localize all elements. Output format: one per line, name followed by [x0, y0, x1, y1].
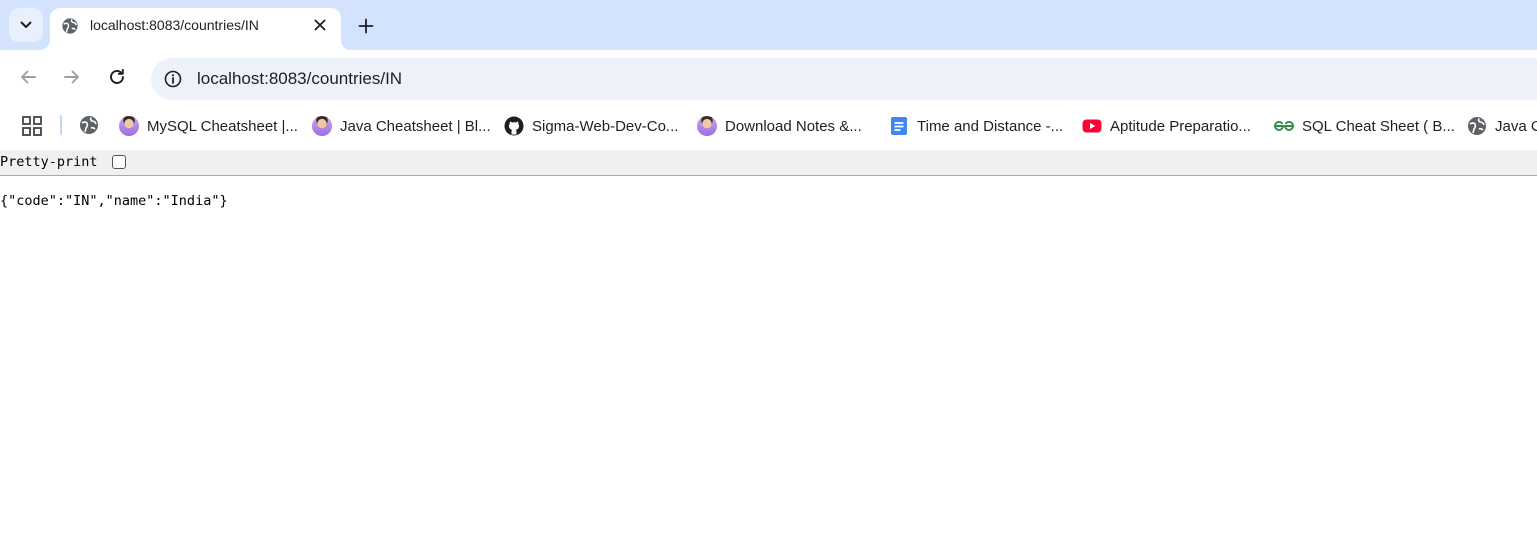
- github-icon: [504, 116, 524, 136]
- avatar-icon: [697, 116, 717, 136]
- forward-button[interactable]: [55, 60, 89, 94]
- reload-button[interactable]: [100, 60, 134, 94]
- bookmark-label: MySQL Cheatsheet |...: [147, 117, 298, 135]
- bookmarks-separator: [60, 115, 62, 135]
- bookmark-item[interactable]: Java C: [1467, 113, 1537, 139]
- toolbar: localhost:8083/countries/IN: [0, 50, 1537, 106]
- avatar-icon: [119, 116, 139, 136]
- youtube-icon: [1082, 116, 1102, 136]
- chevron-down-icon: [20, 21, 32, 28]
- arrow-left-icon: [21, 70, 36, 84]
- avatar-icon: [312, 116, 332, 136]
- bookmark-item[interactable]: Time and Distance -...: [889, 113, 1063, 139]
- plus-icon: [358, 18, 374, 34]
- url-text[interactable]: localhost:8083/countries/IN: [197, 69, 402, 89]
- geeksforgeeks-icon: [1274, 116, 1294, 136]
- bookmark-item[interactable]: Sigma-Web-Dev-Co...: [504, 113, 678, 139]
- tab-title: localhost:8083/countries/IN: [90, 17, 259, 33]
- bookmark-label: Aptitude Preparatio...: [1110, 117, 1251, 135]
- globe-icon: [62, 18, 78, 34]
- bookmark-item[interactable]: Download Notes &...: [697, 113, 862, 139]
- tab-search-button[interactable]: [9, 8, 43, 42]
- bookmark-label: Download Notes &...: [725, 117, 862, 135]
- bookmark-item[interactable]: MySQL Cheatsheet |...: [119, 113, 298, 139]
- reload-icon: [110, 68, 124, 84]
- globe-icon: [1467, 116, 1487, 136]
- globe-icon[interactable]: [79, 115, 99, 135]
- pretty-print-label: Pretty-print: [0, 154, 98, 170]
- info-icon: [164, 70, 182, 88]
- back-button[interactable]: [11, 60, 45, 94]
- tab-close-button[interactable]: [309, 14, 331, 36]
- bookmark-label: Time and Distance -...: [917, 117, 1064, 135]
- bookmark-item[interactable]: SQL Cheat Sheet ( B...: [1274, 113, 1455, 139]
- apps-grid-icon[interactable]: [20, 114, 44, 138]
- google-docs-icon: [889, 116, 909, 136]
- bookmark-label: Java Cheatsheet | Bl...: [340, 117, 491, 135]
- active-tab[interactable]: localhost:8083/countries/IN: [50, 8, 341, 50]
- pretty-print-bar: Pretty-print: [0, 150, 1537, 176]
- new-tab-button[interactable]: [352, 12, 380, 40]
- tab-strip: localhost:8083/countries/IN: [0, 0, 1537, 50]
- bookmarks-bar: MySQL Cheatsheet |... Java Cheatsheet | …: [0, 106, 1537, 146]
- bookmark-label: Java C: [1495, 117, 1537, 135]
- site-info-button[interactable]: [159, 65, 187, 93]
- address-bar[interactable]: localhost:8083/countries/IN: [151, 58, 1537, 100]
- close-icon: [314, 19, 326, 31]
- pretty-print-checkbox[interactable]: [112, 155, 126, 169]
- json-content: {"code":"IN","name":"India"}: [0, 193, 228, 209]
- bookmark-label: SQL Cheat Sheet ( B...: [1302, 117, 1455, 135]
- bookmark-item[interactable]: Aptitude Preparatio...: [1082, 113, 1251, 139]
- bookmark-item[interactable]: Java Cheatsheet | Bl...: [312, 113, 491, 139]
- arrow-right-icon: [64, 70, 79, 84]
- bookmark-label: Sigma-Web-Dev-Co...: [532, 117, 679, 135]
